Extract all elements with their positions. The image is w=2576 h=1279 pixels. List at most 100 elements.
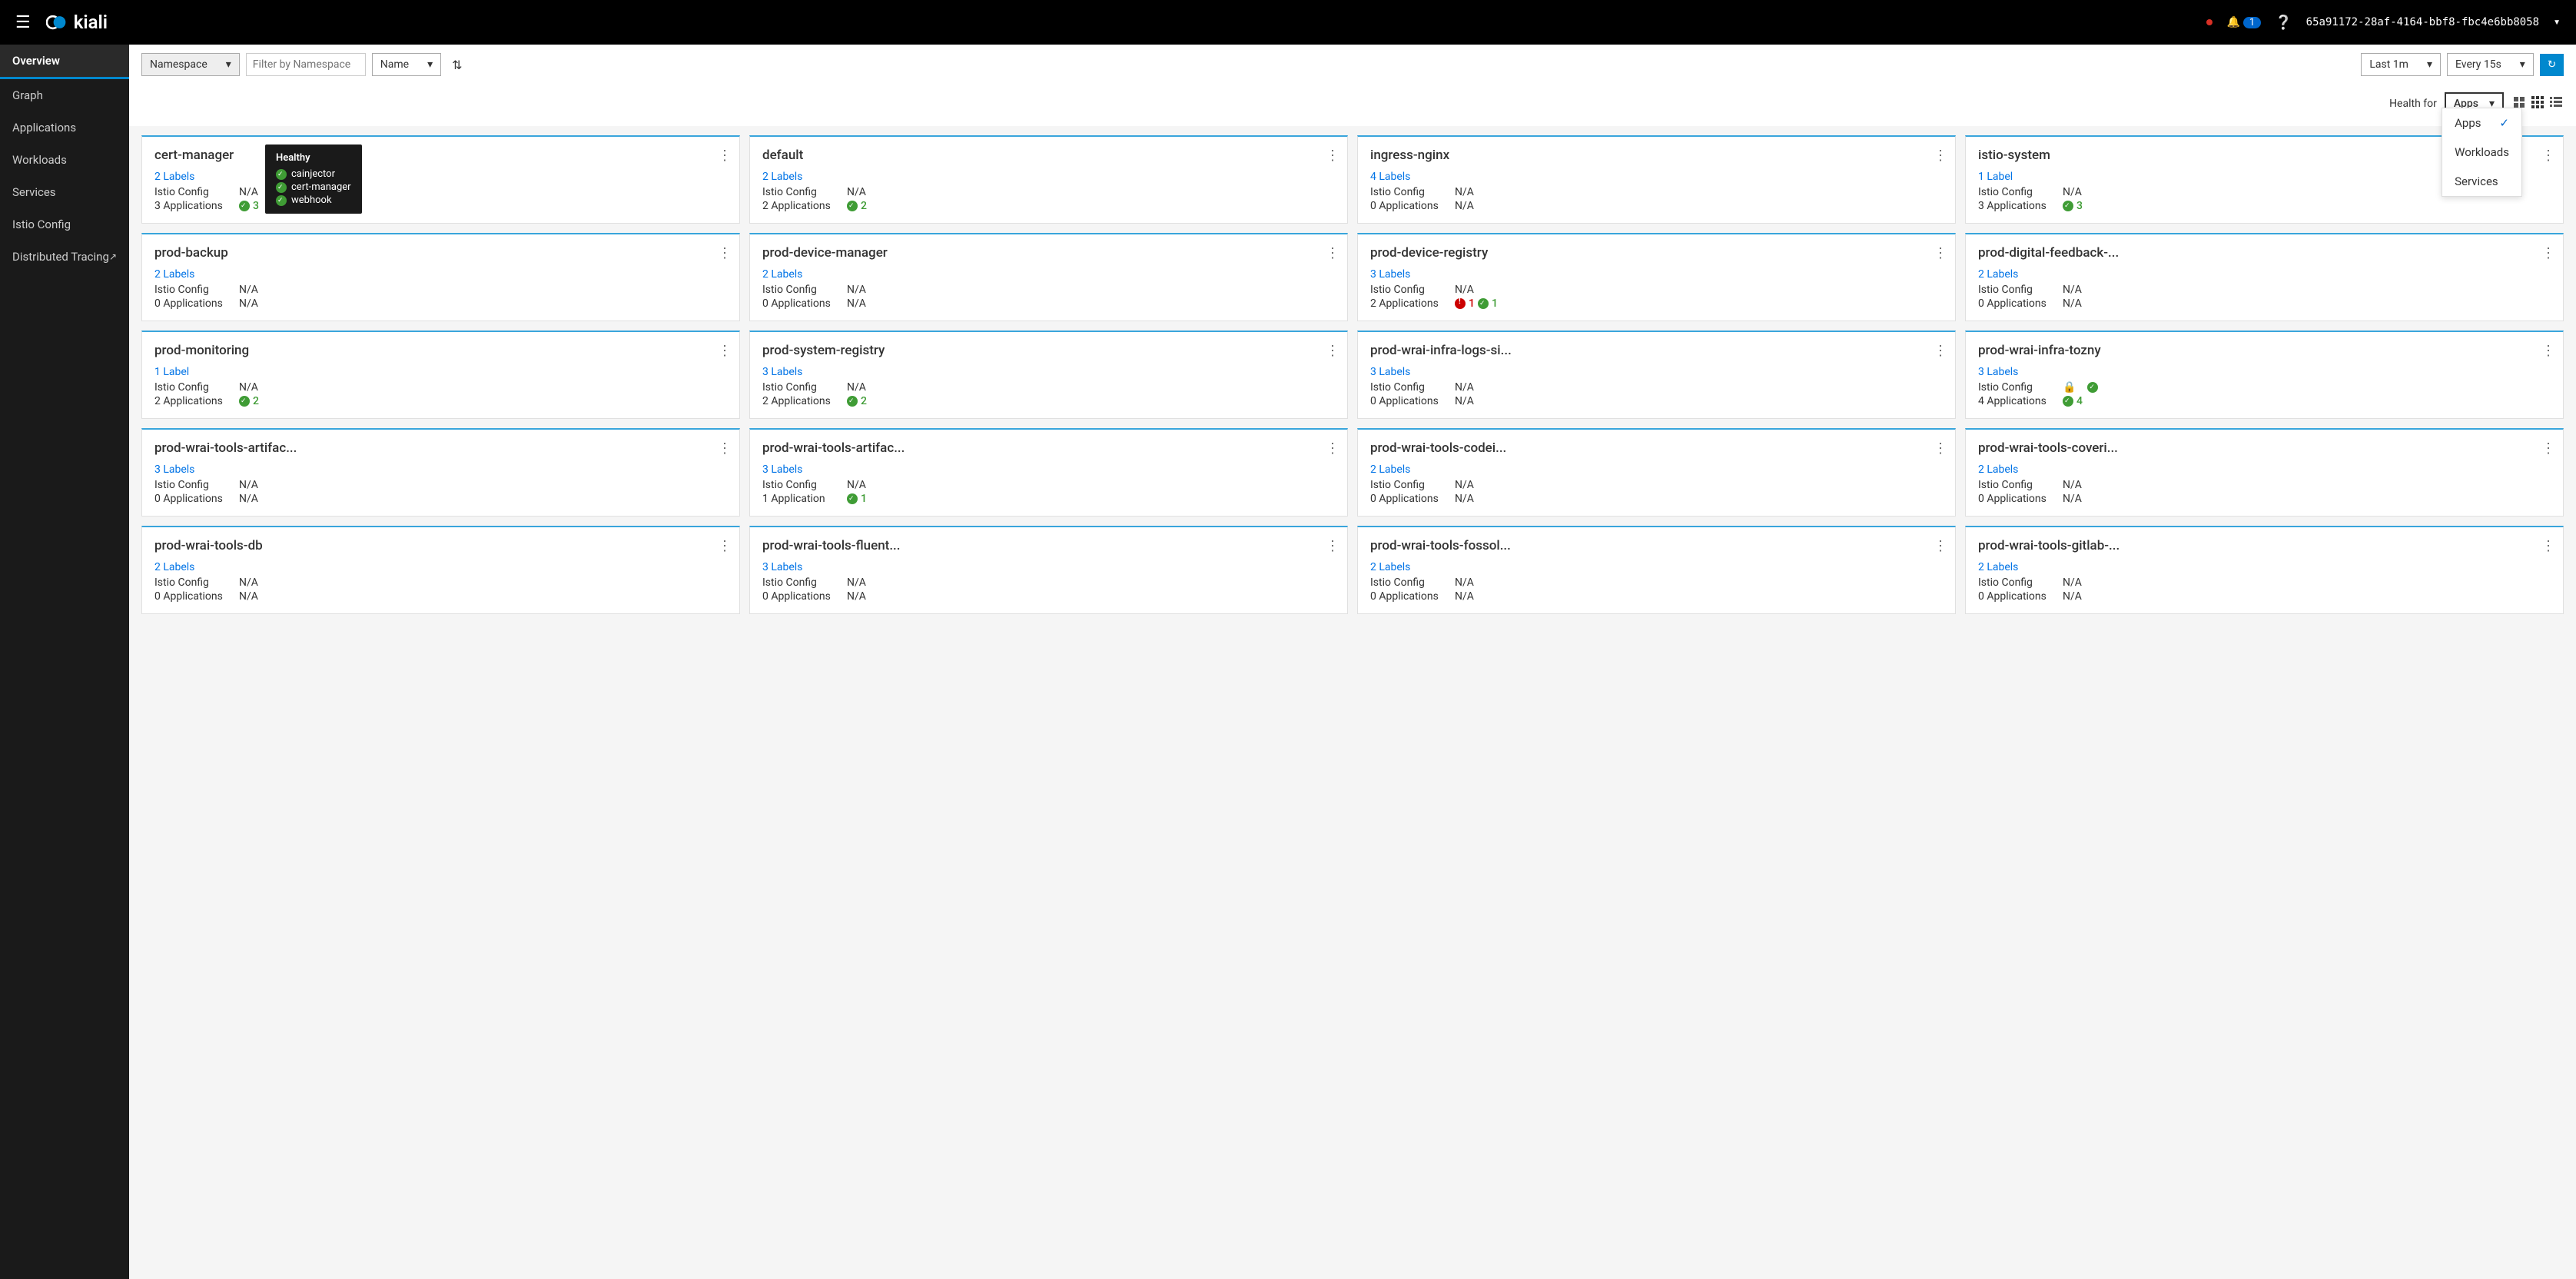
apps-value: N/A: [1455, 493, 1474, 505]
card-title[interactable]: cert-manager: [154, 148, 727, 163]
istio-value: N/A: [1455, 576, 1474, 589]
card-title[interactable]: default: [762, 148, 1335, 163]
card-kebab-icon[interactable]: ⋮: [1326, 440, 1339, 457]
card-title[interactable]: prod-backup: [154, 245, 727, 261]
card-title[interactable]: prod-wrai-tools-gitlab-...: [1978, 538, 2551, 553]
sidebar-item-workloads[interactable]: Workloads: [0, 144, 129, 176]
view-grid-icon[interactable]: [2530, 95, 2545, 113]
labels-link[interactable]: 3 Labels: [1370, 366, 1943, 378]
labels-link[interactable]: 2 Labels: [1978, 268, 2551, 281]
time-range-select[interactable]: Last 1m ▾: [2361, 53, 2441, 76]
card-kebab-icon[interactable]: ⋮: [1326, 538, 1339, 554]
card-title[interactable]: prod-wrai-infra-logs-si...: [1370, 343, 1943, 358]
card-kebab-icon[interactable]: ⋮: [1934, 148, 1947, 164]
labels-link[interactable]: 1 Label: [154, 366, 727, 378]
card-kebab-icon[interactable]: ⋮: [718, 538, 732, 554]
istio-config-row: Istio Config N/A: [154, 576, 727, 589]
istio-config-label: Istio Config: [762, 186, 847, 198]
view-list-icon[interactable]: [2548, 95, 2564, 113]
card-kebab-icon[interactable]: ⋮: [1326, 245, 1339, 261]
hamburger-icon[interactable]: ☰: [15, 13, 31, 32]
check-icon: ✓: [2499, 116, 2509, 130]
labels-link[interactable]: 2 Labels: [154, 171, 727, 183]
card-title[interactable]: prod-device-registry: [1370, 245, 1943, 261]
card-title[interactable]: prod-device-manager: [762, 245, 1335, 261]
refresh-interval-select[interactable]: Every 15s ▾: [2447, 53, 2534, 76]
card-title[interactable]: prod-wrai-tools-fluent...: [762, 538, 1335, 553]
card-kebab-icon[interactable]: ⋮: [718, 343, 732, 359]
card-title[interactable]: prod-system-registry: [762, 343, 1335, 358]
namespace-card: prod-wrai-tools-fossol... ⋮ 2 Labels Ist…: [1357, 526, 1956, 614]
sidebar-item-applications[interactable]: Applications: [0, 111, 129, 144]
labels-link[interactable]: 2 Labels: [154, 268, 727, 281]
namespace-filter-input[interactable]: [246, 53, 366, 76]
card-title[interactable]: prod-digital-feedback-...: [1978, 245, 2551, 261]
card-kebab-icon[interactable]: ⋮: [718, 148, 732, 164]
card-kebab-icon[interactable]: ⋮: [1934, 440, 1947, 457]
help-icon[interactable]: ❔: [2275, 15, 2292, 31]
card-kebab-icon[interactable]: ⋮: [2541, 148, 2555, 164]
labels-link[interactable]: 3 Labels: [762, 366, 1335, 378]
card-kebab-icon[interactable]: ⋮: [1326, 148, 1339, 164]
labels-link[interactable]: 2 Labels: [1370, 561, 1943, 573]
card-kebab-icon[interactable]: ⋮: [1934, 343, 1947, 359]
labels-link[interactable]: 3 Labels: [154, 463, 727, 476]
card-kebab-icon[interactable]: ⋮: [2541, 245, 2555, 261]
istio-config-row: Istio Config N/A: [1370, 186, 1943, 198]
health-option-services[interactable]: Services: [2442, 167, 2521, 196]
health-option-workloads[interactable]: Workloads: [2442, 138, 2521, 167]
labels-link[interactable]: 2 Labels: [1978, 561, 2551, 573]
health-option-apps[interactable]: Apps✓: [2442, 108, 2521, 138]
namespace-select[interactable]: Namespace ▾: [141, 53, 240, 76]
labels-link[interactable]: 2 Labels: [154, 561, 727, 573]
card-title[interactable]: prod-wrai-tools-codei...: [1370, 440, 1943, 456]
applications-row: 2 Applications 2: [762, 395, 1335, 407]
sidebar-item-overview[interactable]: Overview: [0, 45, 129, 79]
labels-link[interactable]: 2 Labels: [762, 171, 1335, 183]
namespace-select-label: Namespace: [150, 58, 207, 71]
card-title[interactable]: prod-wrai-tools-fossol...: [1370, 538, 1943, 553]
user-menu-caret-icon[interactable]: ▼: [2553, 18, 2561, 27]
istio-value: N/A: [239, 284, 258, 296]
labels-link[interactable]: 4 Labels: [1370, 171, 1943, 183]
labels-link[interactable]: 3 Labels: [762, 463, 1335, 476]
card-title[interactable]: prod-wrai-infra-tozny: [1978, 343, 2551, 358]
tooltip-item-label: cainjector: [291, 168, 335, 180]
labels-link[interactable]: 3 Labels: [1370, 268, 1943, 281]
sidebar-item-services[interactable]: Services: [0, 176, 129, 208]
card-kebab-icon[interactable]: ⋮: [718, 440, 732, 457]
sidebar-item-graph[interactable]: Graph: [0, 79, 129, 111]
labels-link[interactable]: 2 Labels: [1978, 463, 2551, 476]
card-title[interactable]: prod-wrai-tools-coveri...: [1978, 440, 2551, 456]
refresh-button[interactable]: ↻: [2540, 54, 2564, 76]
card-kebab-icon[interactable]: ⋮: [2541, 343, 2555, 359]
card-kebab-icon[interactable]: ⋮: [1326, 343, 1339, 359]
sidebar-item-label: Istio Config: [12, 218, 71, 231]
brand-logo[interactable]: kiali: [46, 12, 108, 33]
refresh-icon: ↻: [2548, 59, 2556, 71]
card-kebab-icon[interactable]: ⋮: [718, 245, 732, 261]
notifications[interactable]: 🔔 1: [2226, 16, 2261, 28]
card-title[interactable]: prod-monitoring: [154, 343, 727, 358]
labels-link[interactable]: 2 Labels: [1370, 463, 1943, 476]
labels-link[interactable]: 2 Labels: [762, 268, 1335, 281]
card-title[interactable]: prod-wrai-tools-artifac...: [154, 440, 727, 456]
card-title[interactable]: prod-wrai-tools-artifac...: [762, 440, 1335, 456]
card-kebab-icon[interactable]: ⋮: [1934, 538, 1947, 554]
card-kebab-icon[interactable]: ⋮: [1934, 245, 1947, 261]
labels-link[interactable]: 3 Labels: [1978, 366, 2551, 378]
card-kebab-icon[interactable]: ⋮: [2541, 440, 2555, 457]
sidebar-item-distributed-tracing[interactable]: Distributed Tracing↗: [0, 241, 129, 273]
ok-icon: [2063, 396, 2073, 407]
card-title[interactable]: prod-wrai-tools-db: [154, 538, 727, 553]
apps-value: N/A: [2063, 493, 2082, 505]
name-sort-select[interactable]: Name ▾: [372, 53, 441, 76]
applications-row: 2 Applications 2: [762, 200, 1335, 212]
card-kebab-icon[interactable]: ⋮: [2541, 538, 2555, 554]
sidebar-item-istio-config[interactable]: Istio Config: [0, 208, 129, 241]
card-title[interactable]: ingress-nginx: [1370, 148, 1943, 163]
sort-direction-icon[interactable]: ⇅: [447, 58, 466, 72]
labels-link[interactable]: 3 Labels: [762, 561, 1335, 573]
status-dot-icon[interactable]: [2206, 19, 2213, 25]
user-id[interactable]: 65a91172-28af-4164-bbf8-fbc4e6bb8058: [2306, 16, 2539, 28]
